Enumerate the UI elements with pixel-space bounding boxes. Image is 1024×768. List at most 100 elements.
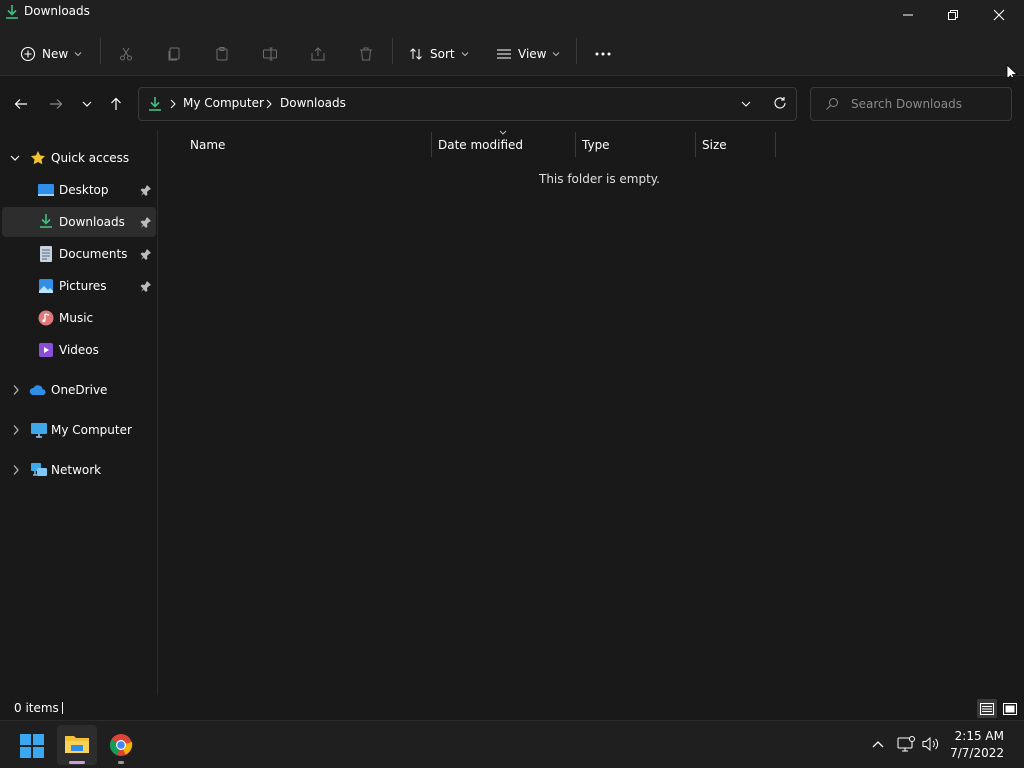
restore-button[interactable]	[930, 0, 976, 30]
recent-locations-button[interactable]	[73, 90, 101, 118]
sidebar-item-network[interactable]: Network	[2, 455, 156, 485]
title-bar: Downloads	[0, 0, 1024, 30]
sidebar-item-label: Documents	[59, 247, 128, 261]
cut-button[interactable]	[112, 38, 140, 70]
sidebar-item-desktop[interactable]: Desktop	[2, 175, 156, 205]
breadcrumb-separator-icon	[266, 99, 272, 109]
minimize-button[interactable]	[885, 0, 931, 30]
sidebar-item-videos[interactable]: Videos	[2, 335, 156, 365]
breadcrumb-downloads[interactable]: Downloads	[280, 96, 346, 110]
chevron-down-icon	[82, 101, 92, 107]
breadcrumb-separator-icon	[170, 99, 176, 109]
sidebar-item-label: Network	[51, 463, 102, 477]
show-hidden-icons-button[interactable]	[871, 739, 885, 749]
column-header-size[interactable]: Size	[702, 135, 727, 155]
running-indicator	[118, 761, 124, 764]
arrow-right-icon	[50, 99, 63, 109]
folder-icon	[64, 733, 90, 755]
sidebar-item-documents[interactable]: Documents	[2, 239, 156, 269]
sidebar-item-label: Pictures	[59, 279, 107, 293]
sort-button[interactable]: Sort	[402, 38, 475, 70]
taskbar-file-explorer[interactable]	[57, 725, 97, 765]
pictures-icon	[38, 278, 54, 294]
windows-logo-icon	[20, 734, 44, 758]
taskbar: 2:15 AM 7/7/2022	[0, 720, 1024, 768]
paste-button[interactable]	[208, 38, 236, 70]
refresh-icon	[774, 97, 786, 109]
downloads-icon	[5, 4, 19, 20]
new-button[interactable]: New	[14, 38, 88, 70]
window-title: Downloads	[24, 4, 90, 18]
column-divider[interactable]	[575, 132, 576, 157]
chevron-down-icon[interactable]	[10, 153, 20, 163]
share-button[interactable]	[304, 38, 332, 70]
forward-button[interactable]	[42, 90, 70, 118]
sidebar-item-label: Downloads	[59, 215, 125, 229]
chevron-right-icon[interactable]	[12, 384, 20, 396]
sidebar-item-pictures[interactable]: Pictures	[2, 271, 156, 301]
list-view-icon	[497, 49, 511, 59]
sidebar-item-label: Desktop	[59, 183, 109, 197]
column-header-date-modified[interactable]: Date modified	[438, 135, 523, 155]
address-bar[interactable]: My Computer Downloads	[138, 87, 797, 121]
copy-button[interactable]	[160, 38, 188, 70]
back-button[interactable]	[7, 90, 35, 118]
up-button[interactable]	[102, 90, 130, 118]
rename-button[interactable]	[256, 38, 284, 70]
column-divider[interactable]	[695, 132, 696, 157]
breadcrumb-my-computer[interactable]: My Computer	[183, 96, 264, 110]
more-options-button[interactable]	[588, 38, 618, 70]
sort-icon	[410, 48, 422, 60]
toolbar-divider	[392, 38, 393, 64]
pin-icon[interactable]	[140, 248, 152, 260]
column-header-type[interactable]: Type	[582, 135, 610, 155]
close-icon	[993, 9, 1005, 21]
file-list-area[interactable]	[159, 130, 1024, 695]
sidebar-item-downloads[interactable]: Downloads	[2, 207, 156, 237]
network-status-button[interactable]	[897, 736, 915, 752]
chevron-right-icon[interactable]	[12, 464, 20, 476]
chevron-down-icon	[553, 52, 560, 57]
delete-button[interactable]	[352, 38, 380, 70]
close-button[interactable]	[976, 0, 1022, 30]
column-header-name[interactable]: Name	[190, 135, 225, 155]
star-icon	[30, 150, 46, 166]
volume-button[interactable]	[921, 736, 941, 752]
documents-icon	[39, 245, 53, 263]
empty-folder-message: This folder is empty.	[539, 172, 660, 186]
computer-icon	[30, 422, 48, 438]
column-divider[interactable]	[775, 132, 776, 157]
arrow-up-icon	[111, 97, 121, 110]
start-button[interactable]	[20, 734, 44, 758]
sidebar-item-quick-access[interactable]: Quick access	[2, 143, 156, 173]
chrome-icon	[109, 734, 133, 756]
search-box[interactable]: Search Downloads	[810, 87, 1012, 121]
taskbar-chrome[interactable]	[109, 733, 133, 764]
toolbar-divider	[576, 38, 577, 64]
copy-icon	[168, 47, 180, 61]
address-history-dropdown[interactable]	[741, 99, 751, 109]
sidebar-item-music[interactable]: Music	[2, 303, 156, 333]
clock-date[interactable]: 7/7/2022	[950, 746, 1004, 760]
refresh-button[interactable]	[773, 96, 787, 110]
network-status-icon	[897, 736, 915, 752]
speaker-icon	[922, 736, 939, 752]
view-button[interactable]: View	[490, 38, 566, 70]
item-count: 0 items	[14, 701, 59, 715]
pin-icon[interactable]	[140, 184, 152, 196]
sidebar-item-label: My Computer	[51, 423, 132, 437]
sidebar-item-onedrive[interactable]: OneDrive	[2, 375, 156, 405]
ellipsis-icon	[595, 52, 611, 56]
tiles-view-button[interactable]	[1000, 699, 1020, 718]
chevron-right-icon[interactable]	[12, 424, 20, 436]
pin-icon[interactable]	[140, 280, 152, 292]
sidebar-item-my-computer[interactable]: My Computer	[2, 415, 156, 445]
active-indicator	[69, 761, 85, 764]
chevron-down-icon	[461, 52, 468, 57]
clock-time[interactable]: 2:15 AM	[955, 729, 1004, 743]
videos-icon	[38, 342, 54, 358]
pin-icon[interactable]	[140, 216, 152, 228]
details-view-button[interactable]	[977, 699, 997, 718]
column-divider[interactable]	[431, 132, 432, 157]
search-input[interactable]: Search Downloads	[851, 97, 962, 111]
